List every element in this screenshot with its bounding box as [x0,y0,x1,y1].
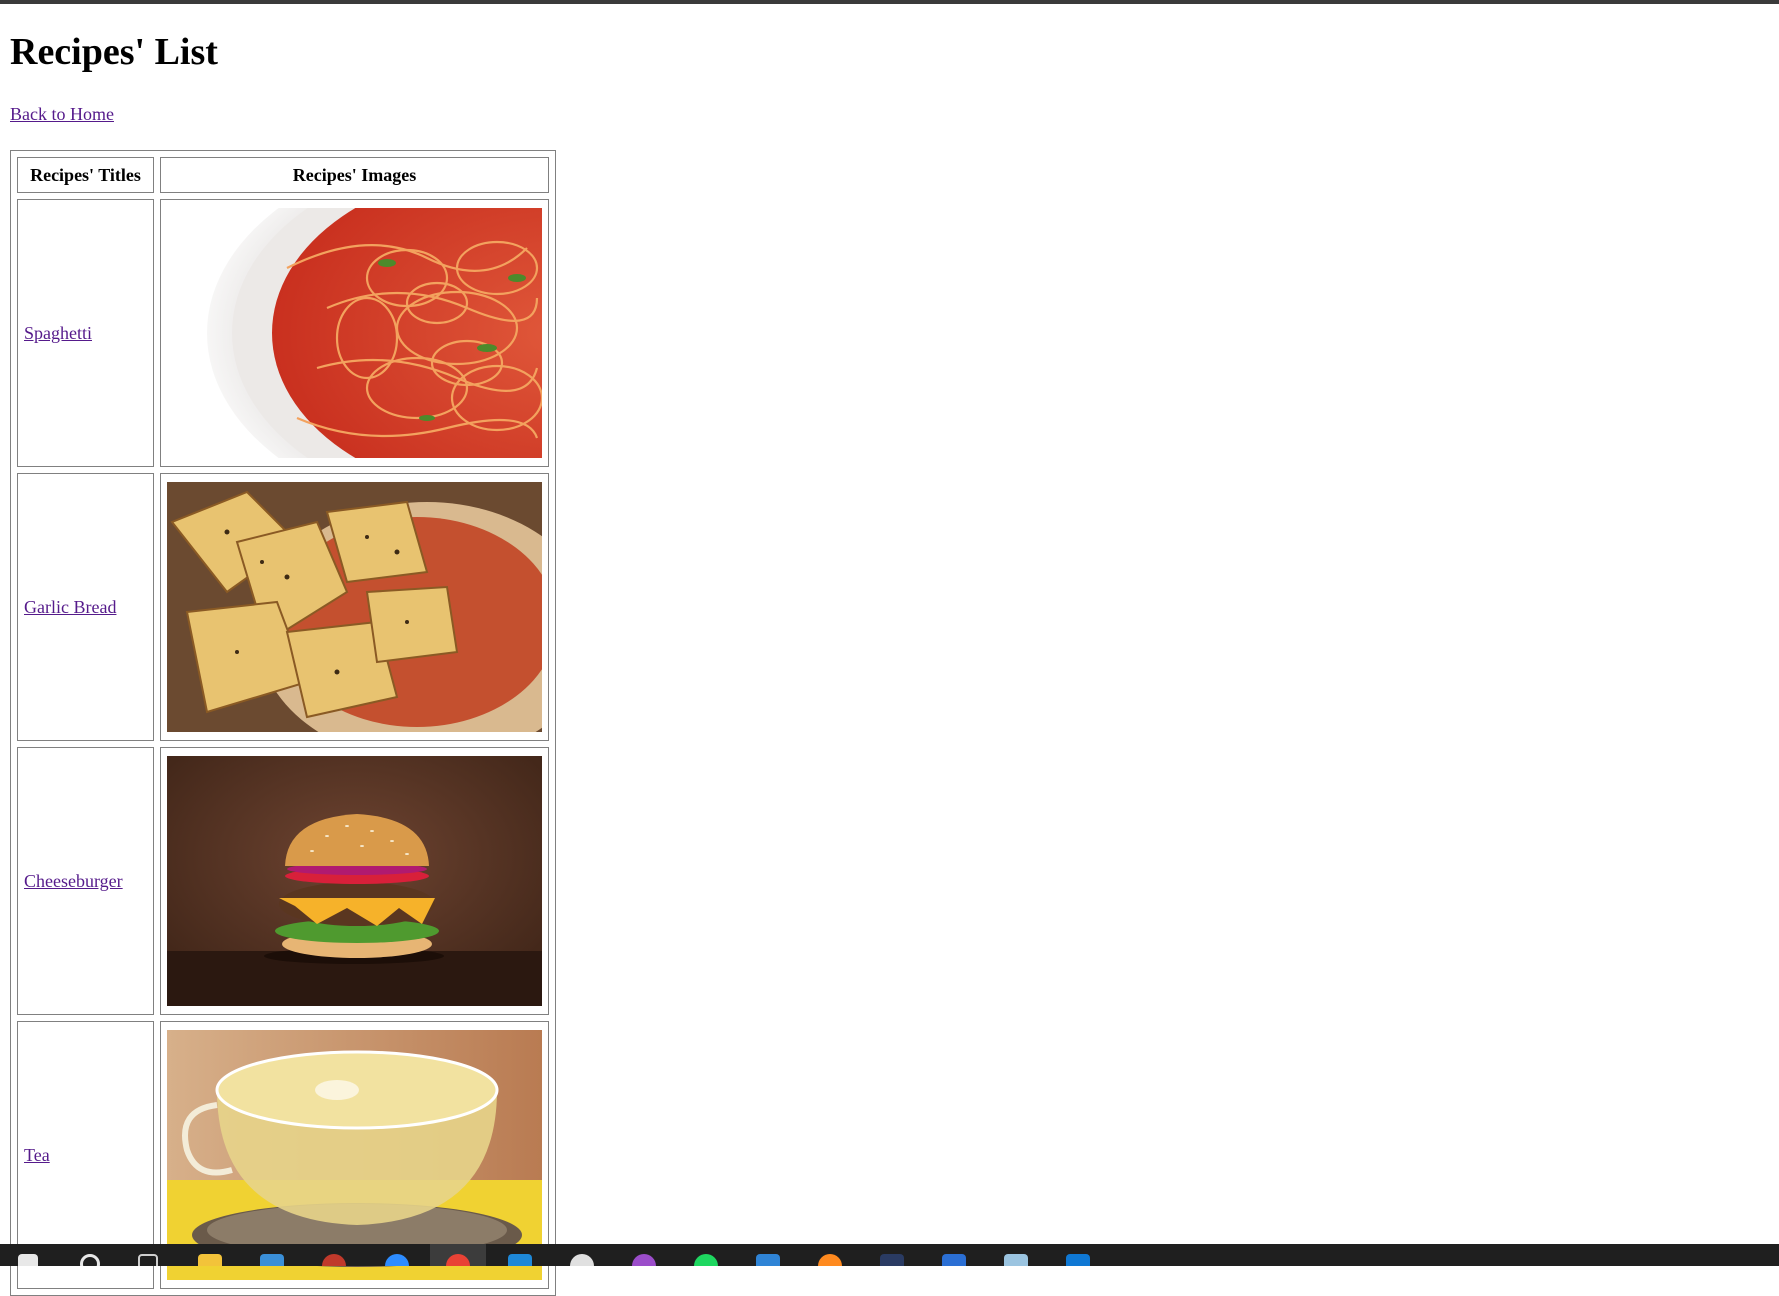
recipe-title-cell: Cheeseburger [17,747,154,1015]
recipe-link-garlic-bread[interactable]: Garlic Bread [24,597,116,617]
notepad-icon[interactable] [1004,1254,1028,1266]
header-recipes-titles: Recipes' Titles [17,157,154,193]
recipe-image-cell [160,747,549,1015]
table-row: Cheeseburger [17,747,549,1015]
tea-image[interactable] [167,1030,542,1280]
windows-start-icon[interactable] [18,1254,38,1266]
firefox-icon[interactable] [818,1254,842,1266]
store-icon[interactable] [260,1254,284,1266]
search-icon[interactable] [80,1254,100,1266]
recipes-table: Recipes' Titles Recipes' Images Spaghett… [10,150,556,1296]
file-explorer-icon[interactable] [198,1254,222,1266]
recipe-link-spaghetti[interactable]: Spaghetti [24,323,92,343]
garlic-bread-image[interactable] [167,482,542,732]
recipe-title-cell: Spaghetti [17,199,154,467]
table-header-row: Recipes' Titles Recipes' Images [17,157,549,193]
table-row: Garlic Bread [17,473,549,741]
spaghetti-image[interactable] [167,208,542,458]
page-content: Recipes' List Back to Home Recipes' Titl… [10,4,1770,1296]
cheeseburger-image[interactable] [167,756,542,1006]
task-view-icon[interactable] [138,1254,158,1266]
terminal-icon[interactable] [880,1254,904,1266]
vscode-icon[interactable] [508,1254,532,1266]
outlook-icon[interactable] [1066,1254,1090,1266]
recipe-link-tea[interactable]: Tea [24,1145,50,1165]
recipe-title-cell: Garlic Bread [17,473,154,741]
recipe-image-cell [160,199,549,467]
spotify-icon[interactable] [694,1254,718,1266]
back-to-home-link[interactable]: Back to Home [10,104,114,125]
slack-icon[interactable] [570,1254,594,1266]
recipe-link-cheeseburger[interactable]: Cheeseburger [24,871,123,891]
zoom-icon[interactable] [385,1254,409,1266]
podcast-icon[interactable] [632,1254,656,1266]
word-icon[interactable] [942,1254,966,1266]
table-row: Spaghetti [17,199,549,467]
app-icon[interactable] [322,1254,346,1266]
page-title: Recipes' List [10,31,218,73]
calendar-icon[interactable] [756,1254,780,1266]
header-recipes-images: Recipes' Images [160,157,549,193]
windows-taskbar [0,1244,1779,1266]
recipe-image-cell [160,473,549,741]
